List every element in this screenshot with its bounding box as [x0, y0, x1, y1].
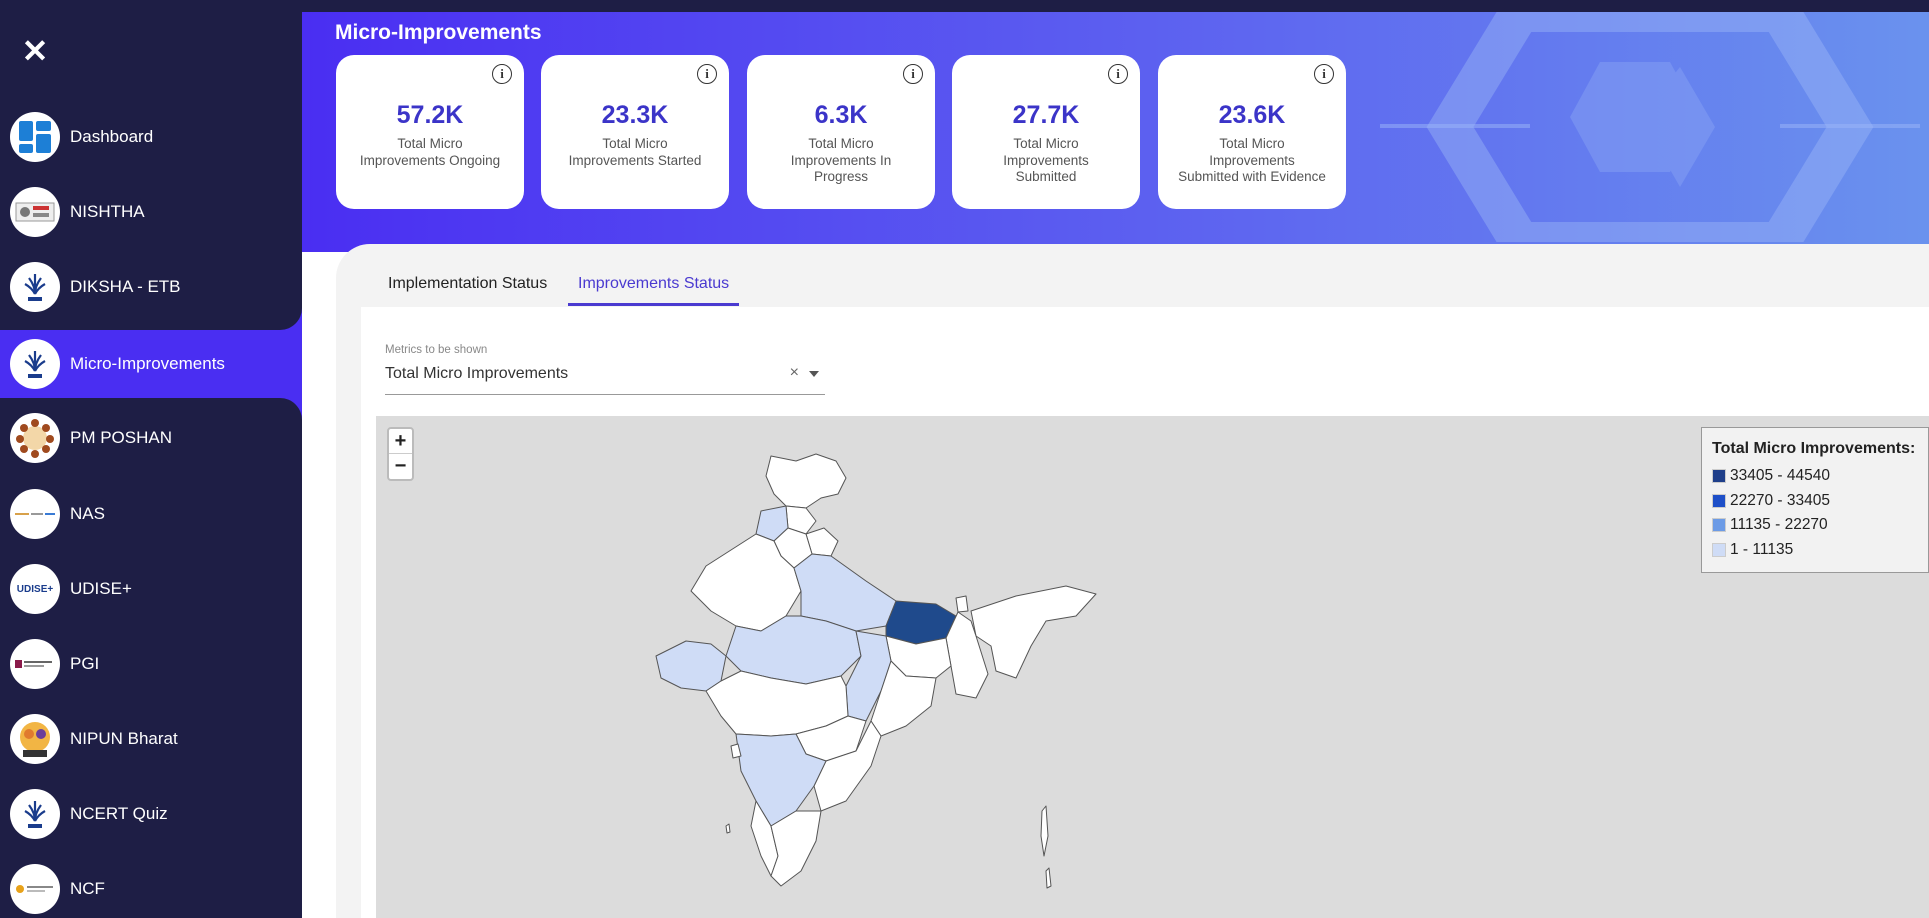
info-icon[interactable]: i	[492, 64, 512, 84]
sidebar-item-label: Dashboard	[70, 127, 154, 146]
legend-item: 33405 - 44540	[1712, 464, 1918, 489]
nipun-logo	[10, 714, 60, 764]
legend-label: 11135 - 22270	[1730, 516, 1828, 534]
top-strip	[302, 0, 1929, 12]
dashboard-icon	[10, 112, 60, 162]
tab-implementation-status[interactable]: Implementation Status	[388, 275, 547, 303]
close-icon[interactable]: ✕	[20, 35, 50, 67]
kpi-value: 23.3K	[601, 101, 669, 129]
diksha-logo	[10, 262, 60, 312]
legend-swatch	[1712, 542, 1726, 557]
state-northeast	[970, 585, 1097, 679]
kpi-value: 6.3K	[814, 101, 868, 129]
nishtha-logo	[10, 187, 60, 237]
udise-logo: UDISE+	[10, 564, 60, 614]
udise-logo-text: UDISE+	[16, 583, 54, 595]
ncf-logo	[10, 864, 60, 914]
sidebar-item-nishtha[interactable]: NISHTHA	[10, 186, 295, 238]
info-icon[interactable]: i	[697, 64, 717, 84]
sidebar-item-ncert-quiz[interactable]: NCERT Quiz	[10, 788, 295, 840]
sidebar-item-diksha-etb[interactable]: DIKSHA - ETB	[10, 261, 295, 313]
kpi-card-ongoing: i 57.2K Total Micro Improvements Ongoing	[336, 55, 524, 209]
map-legend: Total Micro Improvements: 33405 - 44540 …	[1701, 427, 1929, 573]
sidebar-item-label: NIPUN Bharat	[70, 729, 178, 748]
legend-swatch	[1712, 493, 1726, 508]
zoom-in-button[interactable]: +	[389, 429, 412, 454]
diksha-logo	[10, 339, 60, 389]
state-andaman	[1040, 805, 1049, 857]
sidebar-item-label: NCERT Quiz	[70, 804, 168, 823]
kpi-card-in-progress: i 6.3K Total Micro Improvements In Progr…	[747, 55, 935, 209]
sidebar-item-label: PGI	[70, 654, 100, 673]
kpi-label: Total Micro Improvements Submitted	[1003, 136, 1089, 184]
state-gujarat	[655, 640, 727, 692]
legend-label: 33405 - 44540	[1730, 467, 1830, 485]
chevron-down-icon[interactable]	[809, 371, 819, 377]
kpi-label: Total Micro Improvements Started	[568, 136, 702, 168]
tab-improvements-status[interactable]: Improvements Status	[568, 275, 740, 306]
sidebar-item-label: Micro-Improvements	[70, 354, 225, 373]
state-tamil-nadu	[770, 810, 822, 887]
kpi-card-submitted: i 27.7K Total Micro Improvements Submitt…	[952, 55, 1140, 209]
watermark-logo	[1380, 12, 1920, 242]
pm-poshan-logo	[10, 413, 60, 463]
legend-title: Total Micro Improvements:	[1712, 440, 1916, 457]
sidebar-item-label: DIKSHA - ETB	[70, 277, 181, 296]
kpi-value: 57.2K	[396, 101, 464, 129]
legend-label: 1 - 11135	[1730, 540, 1794, 558]
info-icon[interactable]: i	[903, 64, 923, 84]
sidebar-item-dashboard[interactable]: Dashboard	[10, 111, 295, 163]
sidebar-item-label: PM POSHAN	[70, 428, 173, 447]
zoom-control: + −	[387, 427, 414, 481]
sidebar-item-label: NISHTHA	[70, 202, 145, 221]
legend-swatch	[1712, 469, 1726, 484]
kpi-label: Total Micro Improvements Submitted with …	[1178, 136, 1326, 184]
nas-logo	[10, 489, 60, 539]
clear-icon[interactable]: ×	[790, 364, 799, 382]
legend-item: 11135 - 22270	[1712, 513, 1918, 538]
legend-item: 1 - 11135	[1712, 538, 1918, 563]
state-jammu-kashmir	[765, 453, 847, 509]
zoom-out-button[interactable]: −	[389, 454, 412, 479]
metric-select-label: Metrics to be shown	[385, 344, 488, 356]
kpi-label: Total Micro Improvements Ongoing	[359, 136, 501, 168]
india-choropleth-map[interactable]	[376, 416, 1929, 918]
sidebar-item-label: NAS	[70, 504, 105, 523]
sidebar-item-ncf[interactable]: NCF	[10, 863, 295, 915]
kpi-card-started: i 23.3K Total Micro Improvements Started	[541, 55, 729, 209]
state-sikkim	[955, 595, 969, 613]
sidebar-item-label: NCF	[70, 879, 105, 898]
sidebar-item-label: UDISE+	[70, 579, 132, 598]
info-icon[interactable]: i	[1314, 64, 1334, 84]
diksha-logo	[10, 789, 60, 839]
pgi-logo	[10, 639, 60, 689]
sidebar-item-micro-improvements[interactable]: Micro-Improvements	[10, 338, 295, 390]
state-nicobar	[1045, 867, 1052, 889]
kpi-value: 23.6K	[1218, 101, 1286, 129]
kpi-label: Total Micro Improvements In Progress	[790, 136, 892, 184]
kpi-value: 27.7K	[1012, 101, 1080, 129]
sidebar-item-pgi[interactable]: PGI	[10, 638, 295, 690]
kpi-card-submitted-with-evidence: i 23.6K Total Micro Improvements Submitt…	[1158, 55, 1346, 209]
legend-swatch	[1712, 518, 1726, 533]
legend-label: 22270 - 33405	[1730, 491, 1830, 509]
state-lakshadweep	[725, 823, 731, 834]
state-bihar	[885, 600, 957, 645]
sidebar-item-pm-poshan[interactable]: PM POSHAN	[10, 412, 295, 464]
metric-select-value: Total Micro Improvements	[385, 365, 569, 382]
info-icon[interactable]: i	[1108, 64, 1128, 84]
sidebar-item-udise[interactable]: UDISE+ UDISE+	[10, 563, 295, 615]
sidebar-item-nas[interactable]: NAS	[10, 488, 295, 540]
legend-item: 22270 - 33405	[1712, 489, 1918, 514]
sidebar-item-nipun-bharat[interactable]: NIPUN Bharat	[10, 713, 295, 765]
page-title: Micro-Improvements	[335, 21, 542, 44]
india-map-svg	[655, 453, 1097, 889]
metric-select[interactable]: Total Micro Improvements ×	[385, 360, 825, 395]
